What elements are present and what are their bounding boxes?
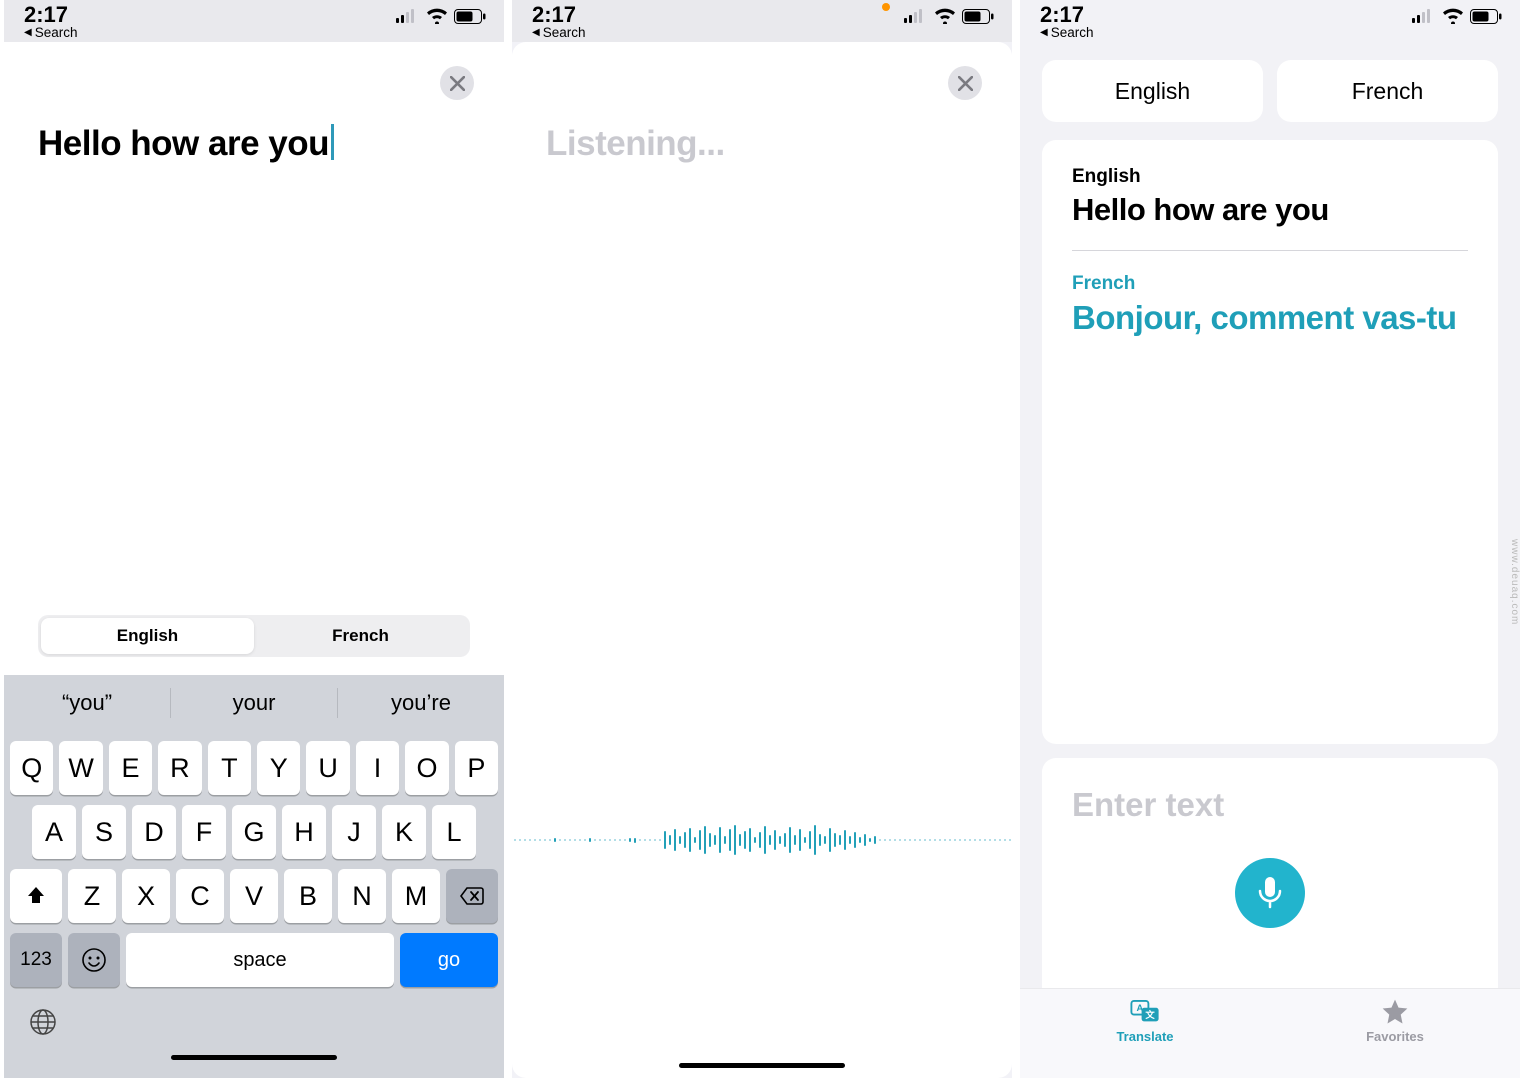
status-bar: 2:17 Search <box>512 0 1012 42</box>
microphone-button[interactable] <box>1235 858 1305 928</box>
key-r[interactable]: R <box>158 741 201 795</box>
source-text: Hello how are you <box>1072 192 1468 228</box>
key-i[interactable]: I <box>356 741 399 795</box>
translated-text: Bonjour, comment vas-tu <box>1072 299 1468 337</box>
svg-text:文: 文 <box>1144 1009 1155 1020</box>
battery-icon <box>454 9 486 24</box>
key-s[interactable]: S <box>82 805 126 859</box>
tab-bar: A文 Translate Favorites <box>1020 988 1520 1078</box>
screen-result: 2:17 Search English French English Hello… <box>1016 0 1524 1078</box>
source-language-pill[interactable]: English <box>1042 60 1263 122</box>
home-indicator[interactable] <box>171 1055 337 1060</box>
key-t[interactable]: T <box>208 741 251 795</box>
numeric-key[interactable]: 123 <box>10 933 62 987</box>
globe-icon[interactable] <box>26 1005 60 1039</box>
segment-french[interactable]: French <box>254 618 467 654</box>
back-to-search[interactable]: Search <box>1040 25 1093 40</box>
key-row-1: QWERTYUIOP <box>4 741 504 795</box>
key-row-4: 123 space go <box>4 933 504 987</box>
watermark: www.deuaq.com <box>1509 539 1520 625</box>
mic-indicator-dot <box>882 3 890 11</box>
space-key[interactable]: space <box>126 933 394 987</box>
go-key[interactable]: go <box>400 933 498 987</box>
back-to-search[interactable]: Search <box>532 25 585 40</box>
language-selector: English French <box>1020 42 1520 122</box>
close-button[interactable] <box>440 66 474 100</box>
key-n[interactable]: N <box>338 869 386 923</box>
text-entry-card[interactable]: Enter text <box>1042 758 1498 988</box>
key-p[interactable]: P <box>455 741 498 795</box>
status-time: 2:17 <box>24 4 77 26</box>
key-y[interactable]: Y <box>257 741 300 795</box>
divider <box>1072 250 1468 251</box>
key-d[interactable]: D <box>132 805 176 859</box>
shift-key[interactable] <box>10 869 62 923</box>
suggestion[interactable]: your <box>171 682 337 724</box>
key-l[interactable]: L <box>432 805 476 859</box>
tab-favorites[interactable]: Favorites <box>1270 997 1520 1078</box>
suggestion[interactable]: “you” <box>4 682 170 724</box>
key-u[interactable]: U <box>306 741 349 795</box>
key-x[interactable]: X <box>122 869 170 923</box>
suggestion[interactable]: you’re <box>338 682 504 724</box>
listening-card: Listening... <box>512 42 1012 1078</box>
battery-icon <box>962 9 994 24</box>
signal-icon <box>904 9 928 23</box>
signal-icon <box>1412 9 1436 23</box>
translation-result-card[interactable]: English Hello how are you French Bonjour… <box>1042 140 1498 744</box>
key-v[interactable]: V <box>230 869 278 923</box>
waveform <box>512 810 1012 870</box>
key-m[interactable]: M <box>392 869 440 923</box>
key-j[interactable]: J <box>332 805 376 859</box>
wifi-icon <box>1442 8 1464 24</box>
enter-text-placeholder: Enter text <box>1072 786 1468 824</box>
screen-listening: 2:17 Search Listening... <box>508 0 1016 1078</box>
key-z[interactable]: Z <box>68 869 116 923</box>
target-language-pill[interactable]: French <box>1277 60 1498 122</box>
wifi-icon <box>426 8 448 24</box>
input-card: Hello how are you English French <box>4 42 504 675</box>
key-f[interactable]: F <box>182 805 226 859</box>
text-input[interactable]: Hello how are you <box>4 42 504 164</box>
key-a[interactable]: A <box>32 805 76 859</box>
listening-label: Listening... <box>512 42 1012 164</box>
key-row-2: ASDFGHJKL <box>4 805 504 859</box>
keyboard: “you” your you’re QWERTYUIOP ASDFGHJKL Z… <box>4 675 504 1078</box>
key-o[interactable]: O <box>405 741 448 795</box>
screen-text-input: 2:17 Search Hello how are you English Fr… <box>0 0 508 1078</box>
source-language-label: English <box>1072 166 1468 188</box>
key-q[interactable]: Q <box>10 741 53 795</box>
backspace-key[interactable] <box>446 869 498 923</box>
status-time: 2:17 <box>532 4 585 26</box>
home-indicator[interactable] <box>679 1063 845 1068</box>
language-segmented[interactable]: English French <box>38 615 470 657</box>
close-button[interactable] <box>948 66 982 100</box>
back-to-search[interactable]: Search <box>24 25 77 40</box>
signal-icon <box>396 9 420 23</box>
key-h[interactable]: H <box>282 805 326 859</box>
key-k[interactable]: K <box>382 805 426 859</box>
status-time: 2:17 <box>1040 4 1093 26</box>
key-w[interactable]: W <box>59 741 102 795</box>
status-bar: 2:17 Search <box>1020 0 1520 42</box>
key-e[interactable]: E <box>109 741 152 795</box>
suggestion-bar: “you” your you’re <box>4 675 504 731</box>
key-row-3: ZXCVBNM <box>4 869 504 923</box>
tab-translate[interactable]: A文 Translate <box>1020 997 1270 1078</box>
segment-english[interactable]: English <box>41 618 254 654</box>
key-c[interactable]: C <box>176 869 224 923</box>
wifi-icon <box>934 8 956 24</box>
battery-icon <box>1470 9 1502 24</box>
status-bar: 2:17 Search <box>4 0 504 42</box>
text-cursor <box>331 124 334 160</box>
key-g[interactable]: G <box>232 805 276 859</box>
key-b[interactable]: B <box>284 869 332 923</box>
emoji-key[interactable] <box>68 933 120 987</box>
target-language-label: French <box>1072 273 1468 295</box>
